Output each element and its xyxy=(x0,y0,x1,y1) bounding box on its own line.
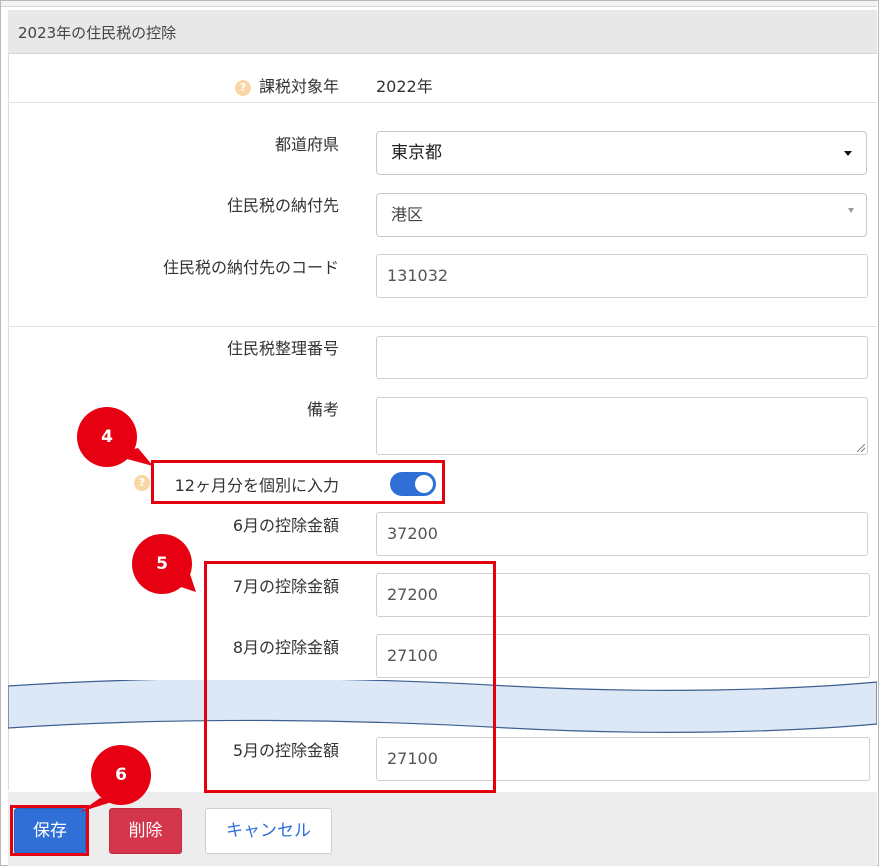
callout-4: 4 xyxy=(77,407,137,467)
divider xyxy=(8,326,877,327)
caret-down-icon xyxy=(844,151,852,156)
resize-handle-icon[interactable] xyxy=(857,444,865,452)
municipality-select[interactable]: 港区 xyxy=(376,193,867,237)
municipality-code-label: 住民税の納付先のコード xyxy=(162,258,339,277)
june-amount-input[interactable]: 37200 xyxy=(376,512,868,556)
annotation-box-save xyxy=(10,805,89,856)
tax-year-value: 2022年 xyxy=(376,77,433,96)
help-icon[interactable]: ? xyxy=(234,80,251,96)
delete-button[interactable]: 削除 xyxy=(109,808,182,854)
callout-5: 5 xyxy=(132,534,192,594)
prefecture-selected-value: 東京都 xyxy=(391,143,442,163)
tax-year-label-row: ? 課税対象年 xyxy=(234,73,339,97)
tax-year-label: 課税対象年 xyxy=(258,77,339,96)
remarks-label: 備考 xyxy=(306,400,339,419)
prefecture-label: 都道府県 xyxy=(274,135,339,154)
annotation-box-months xyxy=(204,561,496,793)
annotation-box-toggle xyxy=(151,460,445,504)
remarks-textarea[interactable] xyxy=(376,397,868,455)
callout-6: 6 xyxy=(91,745,151,805)
june-label: 6月の控除金額 xyxy=(232,516,339,535)
municipality-selected-value: 港区 xyxy=(391,205,424,224)
cancel-button[interactable]: キャンセル xyxy=(205,808,332,854)
prefecture-select[interactable]: 東京都 xyxy=(376,131,867,175)
municipality-code-input[interactable]: 131032 xyxy=(376,254,868,298)
divider xyxy=(8,102,877,103)
tax-ref-number-label: 住民税整理番号 xyxy=(226,339,339,358)
dialog-header: 2023年の住民税の控除 xyxy=(8,10,877,54)
caret-down-icon xyxy=(848,208,854,213)
help-icon[interactable]: ? xyxy=(134,475,150,491)
dialog-title: 2023年の住民税の控除 xyxy=(18,24,177,42)
tax-ref-number-input[interactable] xyxy=(376,336,868,379)
municipality-label: 住民税の納付先 xyxy=(226,196,339,215)
